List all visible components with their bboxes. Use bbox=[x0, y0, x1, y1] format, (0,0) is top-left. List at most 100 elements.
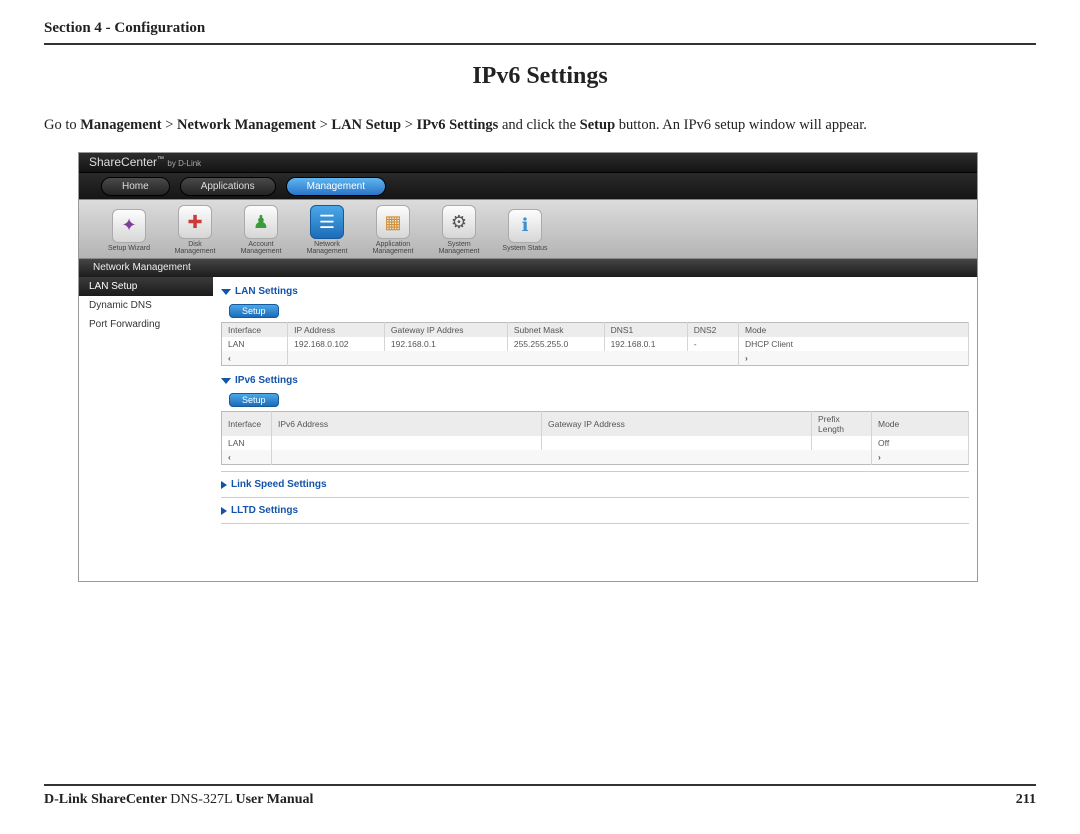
table-row[interactable]: LAN Off bbox=[222, 436, 969, 450]
page-number: 211 bbox=[1016, 792, 1036, 808]
panel-lltd-header[interactable]: LLTD Settings bbox=[221, 502, 969, 519]
th-prefix-length: Prefix Length bbox=[812, 412, 872, 437]
tab-home[interactable]: Home bbox=[101, 177, 170, 196]
td-ip: 192.168.0.102 bbox=[288, 337, 385, 351]
icon-label: Application Management bbox=[367, 241, 419, 255]
scroll-right-icon[interactable]: › bbox=[739, 351, 969, 366]
scroll-left-icon[interactable]: ‹ bbox=[222, 351, 288, 366]
td-gateway bbox=[542, 436, 812, 450]
ipv6-setup-button[interactable]: Setup bbox=[229, 393, 279, 407]
ipv6-table: Interface IPv6 Address Gateway IP Addres… bbox=[221, 411, 969, 465]
th-dns2: DNS2 bbox=[687, 323, 738, 338]
footer-lead: D-Link ShareCenter bbox=[44, 792, 170, 807]
panel-ipv6-settings-header[interactable]: IPv6 Settings bbox=[221, 372, 969, 389]
icon-system-management[interactable]: ⚙ System Management bbox=[433, 205, 485, 255]
table-scrollbar[interactable]: ‹ › bbox=[222, 450, 969, 465]
th-ip: IP Address bbox=[288, 323, 385, 338]
th-mode: Mode bbox=[872, 412, 969, 437]
tab-management[interactable]: Management bbox=[286, 177, 386, 196]
td-dns2: - bbox=[687, 337, 738, 351]
lan-setup-button[interactable]: Setup bbox=[229, 304, 279, 318]
instr-path4: IPv6 Settings bbox=[417, 117, 499, 133]
panel-title: IPv6 Settings bbox=[235, 375, 298, 386]
product-byline: by D-Link bbox=[167, 159, 201, 168]
instr-pre: Go to bbox=[44, 117, 80, 133]
content-panel: LAN Settings Setup Interface IP Address … bbox=[213, 277, 977, 581]
icon-label: Disk Management bbox=[169, 241, 221, 255]
th-interface: Interface bbox=[222, 412, 272, 437]
scroll-right-icon[interactable]: › bbox=[872, 450, 969, 465]
scroll-left-icon[interactable]: ‹ bbox=[222, 450, 272, 465]
panel-link-speed-header[interactable]: Link Speed Settings bbox=[221, 476, 969, 493]
icon-account-management[interactable]: ♟Account Management bbox=[235, 205, 287, 255]
td-prefix-length bbox=[812, 436, 872, 450]
td-mode: DHCP Client bbox=[739, 337, 969, 351]
chevron-right-icon bbox=[221, 481, 227, 489]
icon-label: System Status bbox=[499, 245, 551, 252]
product-bar: ShareCenter™ by D-Link bbox=[79, 153, 977, 173]
instr-sep2: > bbox=[320, 117, 332, 133]
panel-title: LAN Settings bbox=[235, 286, 298, 297]
divider bbox=[221, 471, 969, 472]
sidebar: LAN Setup Dynamic DNS Port Forwarding bbox=[79, 277, 213, 581]
instr-path3: LAN Setup bbox=[331, 117, 401, 133]
instr-path2: Network Management bbox=[177, 117, 316, 133]
chevron-down-icon bbox=[221, 378, 231, 384]
th-gateway: Gateway IP Address bbox=[542, 412, 812, 437]
table-row[interactable]: LAN 192.168.0.102 192.168.0.1 255.255.25… bbox=[222, 337, 969, 351]
chevron-right-icon bbox=[221, 507, 227, 515]
panel-title: LLTD Settings bbox=[231, 505, 298, 516]
td-mode: Off bbox=[872, 436, 969, 450]
th-interface: Interface bbox=[222, 323, 288, 338]
panel-title: Link Speed Settings bbox=[231, 479, 327, 490]
td-mask: 255.255.255.0 bbox=[507, 337, 604, 351]
divider bbox=[221, 523, 969, 524]
page-footer: D-Link ShareCenter DNS-327L User Manual … bbox=[44, 784, 1036, 808]
footer-model: DNS-327L bbox=[170, 792, 235, 807]
icon-system-status[interactable]: ℹ System Status bbox=[499, 209, 551, 252]
th-mode: Mode bbox=[739, 323, 969, 338]
screenshot: ShareCenter™ by D-Link Home Applications… bbox=[78, 152, 978, 582]
panel-lan-settings-header[interactable]: LAN Settings bbox=[221, 283, 969, 300]
sidebar-item-dynamic-dns[interactable]: Dynamic DNS bbox=[79, 296, 213, 315]
icon-application-management[interactable]: ▦ Application Management bbox=[367, 205, 419, 255]
td-gateway: 192.168.0.1 bbox=[384, 337, 507, 351]
instr-btn: Setup bbox=[580, 117, 615, 133]
app-icon: ▦ bbox=[376, 205, 410, 239]
th-mask: Subnet Mask bbox=[507, 323, 604, 338]
system-icon: ⚙ bbox=[442, 205, 476, 239]
icon-label: Setup Wizard bbox=[103, 245, 155, 252]
divider bbox=[221, 497, 969, 498]
status-icon: ℹ bbox=[508, 209, 542, 243]
td-interface: LAN bbox=[222, 436, 272, 450]
icon-disk-management[interactable]: ✚Disk Management bbox=[169, 205, 221, 255]
td-interface: LAN bbox=[222, 337, 288, 351]
icon-label: System Management bbox=[433, 241, 485, 255]
section-bar: Network Management bbox=[79, 259, 977, 277]
sidebar-item-port-forwarding[interactable]: Port Forwarding bbox=[79, 315, 213, 334]
product-tm: ™ bbox=[157, 156, 164, 163]
instr-post: button. An IPv6 setup window will appear… bbox=[619, 117, 867, 133]
table-header-row: Interface IPv6 Address Gateway IP Addres… bbox=[222, 412, 969, 437]
tab-applications[interactable]: Applications bbox=[180, 177, 276, 196]
lan-table: Interface IP Address Gateway IP Addres S… bbox=[221, 322, 969, 366]
icon-label: Account Management bbox=[235, 241, 287, 255]
th-ipv6-address: IPv6 Address bbox=[272, 412, 542, 437]
nav-tabs: Home Applications Management bbox=[79, 173, 977, 199]
footer-tail: User Manual bbox=[235, 792, 313, 807]
instr-sep1: > bbox=[165, 117, 177, 133]
sidebar-item-lan-setup[interactable]: LAN Setup bbox=[79, 277, 213, 296]
table-header-row: Interface IP Address Gateway IP Addres S… bbox=[222, 323, 969, 338]
product-name: ShareCenter bbox=[89, 155, 157, 169]
instr-sep3: > bbox=[405, 117, 417, 133]
td-dns1: 192.168.0.1 bbox=[604, 337, 687, 351]
icon-network-management[interactable]: ☰Network Management bbox=[301, 205, 353, 255]
table-scrollbar[interactable]: ‹ › bbox=[222, 351, 969, 366]
icon-setup-wizard[interactable]: ✦Setup Wizard bbox=[103, 209, 155, 252]
network-icon: ☰ bbox=[310, 205, 344, 239]
icon-toolbar: ✦Setup Wizard ✚Disk Management ♟Account … bbox=[79, 199, 977, 259]
footer-left: D-Link ShareCenter DNS-327L User Manual bbox=[44, 792, 313, 808]
instr-path1: Management bbox=[80, 117, 161, 133]
td-ipv6-address bbox=[272, 436, 542, 450]
chevron-down-icon bbox=[221, 289, 231, 295]
